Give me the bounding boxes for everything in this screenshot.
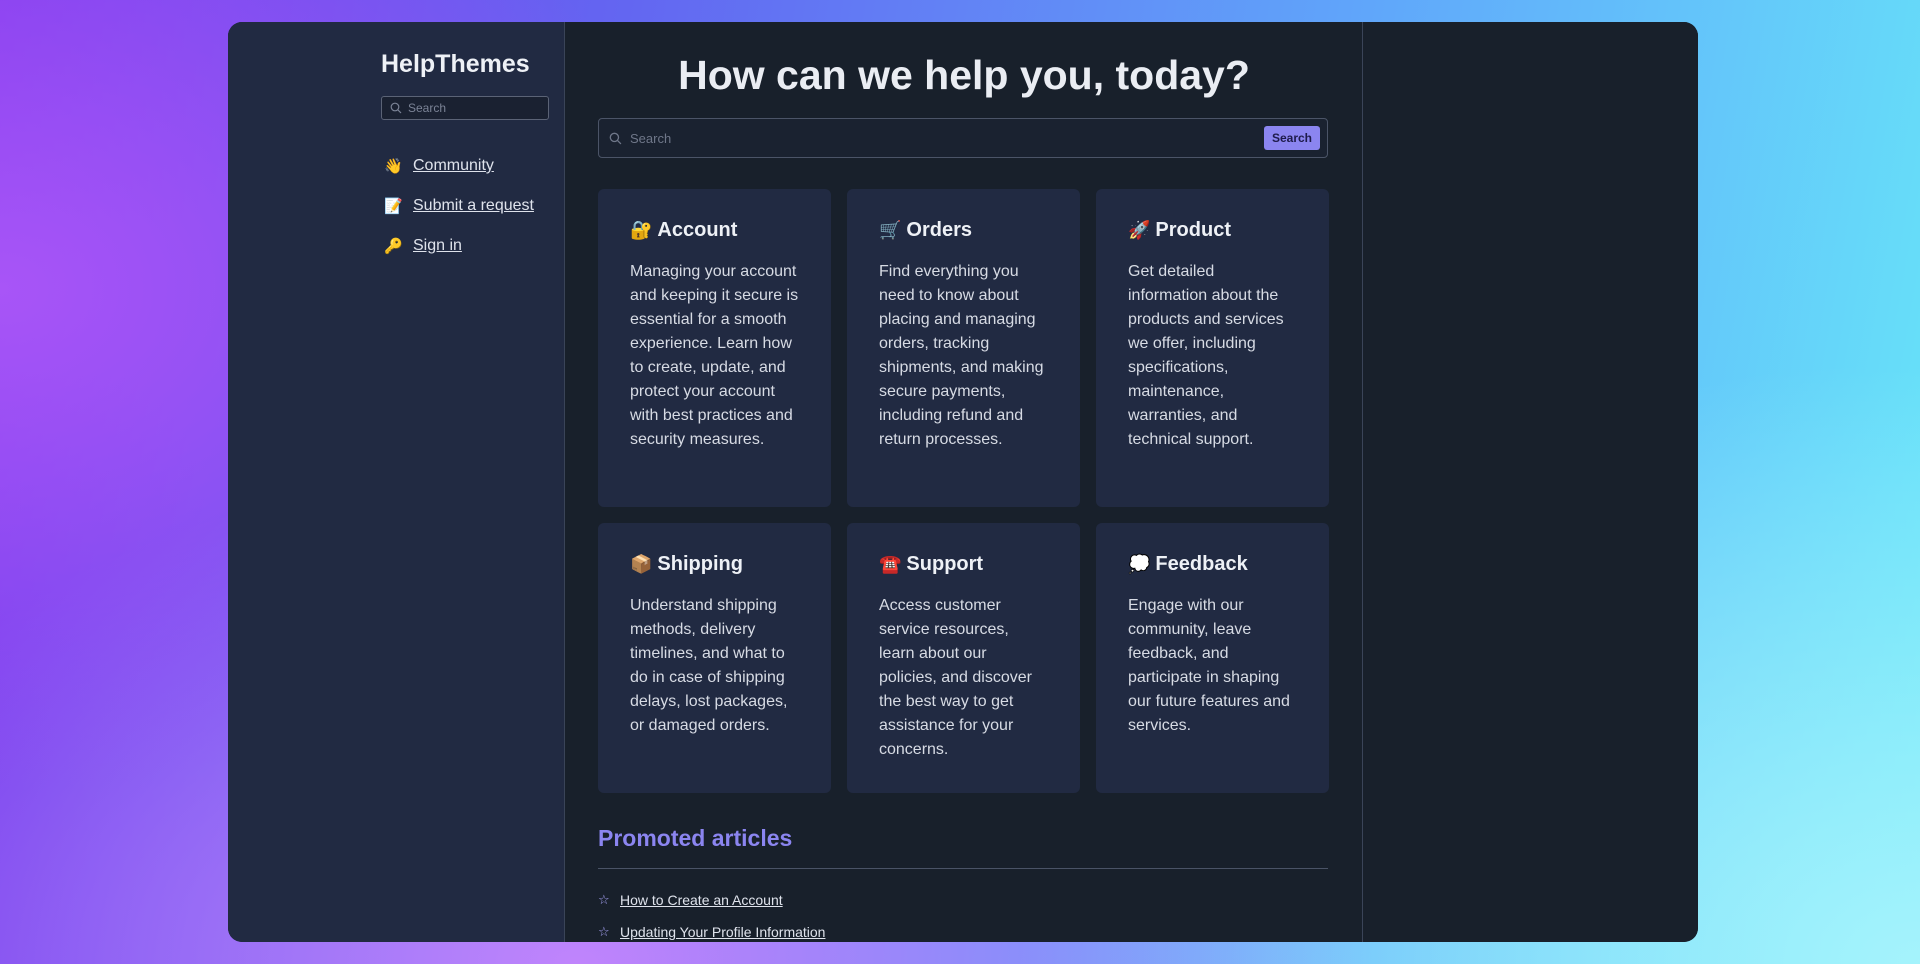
category-card-account[interactable]: 🔐 Account Managing your account and keepi… [598, 189, 831, 507]
main-content: How can we help you, today? Search 🔐Acco… [565, 22, 1363, 942]
locked-with-key-icon: 🔐 [630, 220, 653, 240]
sidebar-search-input[interactable] [408, 101, 538, 115]
category-card-feedback[interactable]: 💭 Feedback Engage with our community, lea… [1096, 523, 1329, 793]
memo-icon: 📝 [384, 198, 403, 215]
category-card-shipping[interactable]: 📦 Shipping Understand shipping methods, d… [598, 523, 831, 793]
card-title-text[interactable]: Shipping [657, 553, 743, 576]
sidebar-item-sign-in[interactable]: 🔑 Sign in [381, 226, 534, 266]
category-grid: 🔐 Account Managing your account and keepi… [598, 189, 1329, 793]
card-description: Find everything you need to know about p… [879, 263, 1044, 448]
sidebar-nav: 👋 Community 📝 Submit a request 🔑 Sign in [381, 146, 534, 266]
telephone-icon: ☎️ [879, 554, 902, 574]
key-icon: 🔑 [384, 238, 403, 255]
card-title-text[interactable]: Product [1155, 219, 1231, 242]
article-link[interactable]: Updating Your Profile Information [620, 924, 825, 940]
category-card-support[interactable]: ☎️ Support Access customer service resour… [847, 523, 1080, 793]
list-item: ☆ Updating Your Profile Information [598, 916, 825, 942]
card-title: 🚀 Product [1128, 219, 1297, 242]
sidebar: HelpThemes 👋 Community 📝 Submit a reques… [228, 22, 565, 942]
card-description: Understand shipping methods, delivery ti… [630, 597, 788, 734]
sidebar-search [381, 96, 549, 120]
card-title: 🛒 Orders [879, 219, 1048, 242]
sidebar-item-submit-request[interactable]: 📝 Submit a request [381, 186, 534, 226]
card-title-text[interactable]: Feedback [1155, 553, 1247, 576]
page-title: How can we help you, today? [678, 52, 1250, 98]
card-description: Get detailed information about the produ… [1128, 263, 1284, 448]
sidebar-item-community[interactable]: 👋 Community [381, 146, 534, 186]
divider [598, 868, 1328, 869]
card-title: 🔐 Account [630, 219, 799, 242]
waving-hand-icon: 👋 [384, 158, 403, 175]
search-icon [390, 102, 402, 114]
category-card-orders[interactable]: 🛒 Orders Find everything you need to know… [847, 189, 1080, 507]
submit-request-link[interactable]: Submit a request [413, 197, 534, 215]
main-search-input[interactable] [630, 130, 1264, 146]
star-icon: ☆ [598, 892, 610, 907]
category-card-product[interactable]: 🚀 Product Get detailed information about … [1096, 189, 1329, 507]
article-link[interactable]: How to Create an Account [620, 892, 783, 908]
card-title-text[interactable]: Support [906, 553, 983, 576]
card-description: Access customer service resources, learn… [879, 597, 1032, 758]
card-title-text[interactable]: Account [657, 219, 737, 242]
sign-in-link[interactable]: Sign in [413, 237, 462, 255]
list-item: ☆ How to Create an Account [598, 884, 825, 916]
community-link[interactable]: Community [413, 157, 494, 175]
card-title: 💭 Feedback [1128, 553, 1297, 576]
main-search-bar: Search [598, 118, 1328, 158]
promoted-articles-list: ☆ How to Create an Account ☆ Updating Yo… [598, 884, 825, 942]
card-description: Managing your account and keeping it sec… [630, 263, 799, 448]
card-title-text[interactable]: Orders [906, 219, 972, 242]
star-icon: ☆ [598, 924, 610, 939]
search-icon [609, 132, 622, 144]
card-title: ☎️ Support [879, 553, 1048, 576]
card-title: 📦 Shipping [630, 553, 799, 576]
search-button[interactable]: Search [1263, 126, 1320, 150]
rocket-icon: 🚀 [1128, 220, 1151, 240]
package-icon: 📦 [630, 554, 653, 574]
right-panel [1363, 22, 1698, 942]
shopping-cart-icon: 🛒 [879, 220, 902, 240]
card-description: Engage with our community, leave feedbac… [1128, 597, 1290, 734]
promoted-articles-heading: Promoted articles [598, 825, 793, 851]
thought-balloon-icon: 💭 [1128, 554, 1151, 574]
help-center-window: HelpThemes 👋 Community 📝 Submit a reques… [228, 22, 1698, 942]
brand-logo[interactable]: HelpThemes [381, 50, 530, 79]
